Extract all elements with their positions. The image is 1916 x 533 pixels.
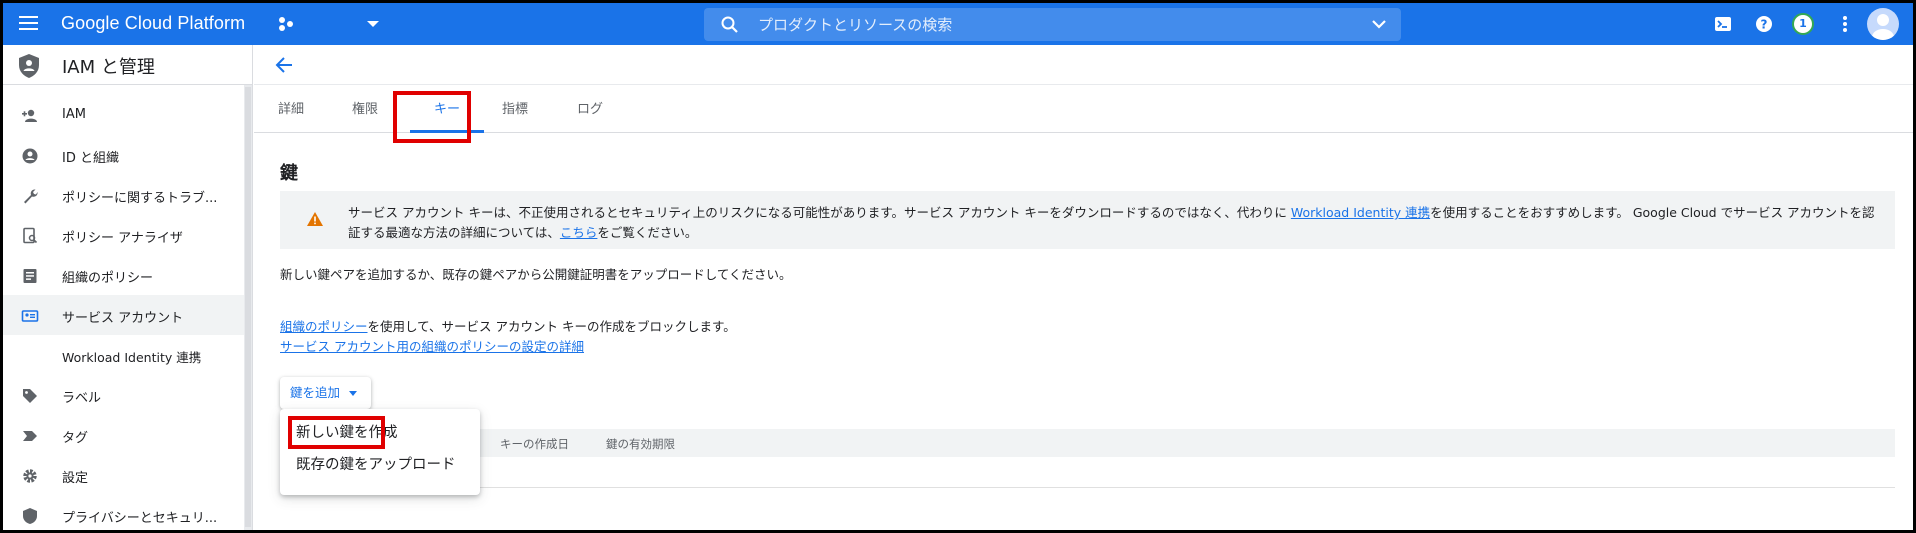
notification-badge[interactable]: 1	[1792, 13, 1814, 35]
caret-down-icon	[349, 391, 357, 396]
project-dropdown-icon[interactable]	[367, 21, 379, 27]
sidebar-item-workload-identity[interactable]: Workload Identity 連携	[3, 335, 244, 375]
column-header-created[interactable]: キーの作成日	[500, 436, 569, 452]
list-document-icon	[23, 269, 37, 283]
menu-item-upload-existing-key[interactable]: 既存の鍵をアップロード	[280, 449, 480, 481]
warning-text-part: サービス アカウント キーは、不正使用されるとセキュリティ上のリスクになる可能性…	[348, 205, 1291, 220]
table-divider	[280, 487, 1895, 488]
svg-text:?: ?	[1761, 18, 1768, 32]
sidebar-item-label: プライバシーとセキュリ...	[62, 511, 218, 526]
table-header: キーの作成日 鍵の有効期限	[280, 429, 1895, 457]
brand-title[interactable]: Google Cloud Platform	[61, 13, 245, 34]
shield-icon	[23, 508, 37, 524]
sidebar-item-label: IAM	[62, 107, 86, 122]
highlight-box	[393, 91, 471, 143]
warning-text: サービス アカウント キーは、不正使用されるとセキュリティ上のリスクになる可能性…	[348, 203, 1878, 243]
help-icon[interactable]: ?	[1753, 13, 1775, 35]
page-header	[254, 45, 1913, 85]
shield-icon	[19, 54, 39, 78]
menu-item-label: 既存の鍵をアップロード	[296, 457, 456, 473]
search-input[interactable]	[758, 8, 1318, 41]
sidebar-item-identity-org[interactable]: ID と組織	[3, 135, 244, 175]
scrollbar-thumb[interactable]	[245, 87, 251, 527]
policy-text: を使用して、サービス アカウント キーの作成をブロックします。	[367, 319, 736, 334]
service-account-icon	[21, 310, 39, 322]
search-bar[interactable]	[704, 8, 1401, 41]
top-app-bar: Google Cloud Platform ? 1	[3, 3, 1913, 45]
sidebar-item-label: サービス アカウント	[62, 311, 184, 326]
hamburger-menu-icon[interactable]	[17, 12, 41, 36]
warning-text-part: をご覧ください。	[597, 225, 698, 240]
sidebar-title: IAM と管理	[62, 57, 155, 78]
sidebar-nav: IAM ID と組織 ポリシーに関するトラブ... ポリシー アナライザ 組織の…	[3, 95, 244, 530]
policy-details-link[interactable]: サービス アカウント用の組織のポリシーの設定の詳細	[280, 339, 584, 354]
policy-line: 組織のポリシーを使用して、サービス アカウント キーの作成をブロックします。	[280, 317, 736, 337]
back-arrow-icon[interactable]	[274, 54, 296, 76]
sidebar-item-tags[interactable]: タグ	[3, 415, 244, 455]
tab-bar: 詳細 権限 キー 指標 ログ	[254, 85, 1913, 133]
tab-logs[interactable]: ログ	[563, 85, 617, 133]
policy-details-line: サービス アカウント用の組織のポリシーの設定の詳細	[280, 337, 736, 357]
search-icon	[721, 16, 738, 33]
sidebar-item-label: ID と組織	[62, 151, 119, 166]
add-key-button[interactable]: 鍵を追加	[280, 377, 371, 409]
policy-info: 組織のポリシーを使用して、サービス アカウント キーの作成をブロックします。 サ…	[280, 317, 736, 357]
label-icon	[23, 389, 37, 403]
workload-identity-link[interactable]: Workload Identity 連携	[1291, 205, 1430, 220]
tab-label: 権限	[351, 102, 378, 117]
column-header-expiry[interactable]: 鍵の有効期限	[606, 436, 675, 452]
sidebar-item-label: Workload Identity 連携	[62, 350, 202, 365]
chevron-down-icon[interactable]	[1371, 19, 1387, 29]
sidebar-item-service-accounts[interactable]: サービス アカウント	[3, 295, 244, 335]
avatar[interactable]	[1867, 8, 1899, 40]
sidebar-item-label: 設定	[62, 471, 89, 486]
person-add-icon	[22, 109, 37, 122]
highlight-box	[288, 416, 385, 449]
sidebar: IAM と管理 IAM ID と組織 ポリシーに関するトラブ... ポリシー ア…	[3, 45, 253, 530]
tab-details[interactable]: 詳細	[264, 85, 318, 133]
tab-label: 詳細	[277, 102, 304, 117]
tab-label: 指標	[501, 102, 528, 117]
sidebar-item-labels[interactable]: ラベル	[3, 375, 244, 415]
page-title: 鍵	[280, 163, 298, 184]
app-window: Google Cloud Platform ? 1	[3, 3, 1913, 530]
warning-icon	[307, 212, 323, 226]
sidebar-item-label: タグ	[62, 431, 89, 446]
account-icon	[1872, 14, 1894, 40]
sidebar-header: IAM と管理	[3, 45, 253, 85]
document-search-icon	[23, 227, 38, 244]
account-circle-icon	[22, 148, 38, 164]
tag-icon	[23, 431, 37, 441]
sidebar-item-org-policies[interactable]: 組織のポリシー	[3, 255, 244, 295]
sidebar-item-policy-troubleshooter[interactable]: ポリシーに関するトラブ...	[3, 175, 244, 215]
sidebar-item-privacy-security[interactable]: プライバシーとセキュリ...	[3, 495, 244, 530]
keys-description: 新しい鍵ペアを追加するか、既存の鍵ペアから公開鍵証明書をアップロードしてください…	[280, 267, 792, 282]
gear-icon	[23, 469, 37, 483]
sidebar-item-settings[interactable]: 設定	[3, 455, 244, 495]
wrench-icon	[24, 189, 38, 204]
cloud-shell-icon[interactable]	[1712, 13, 1734, 35]
tab-label: ログ	[576, 102, 603, 117]
tab-permissions[interactable]: 権限	[338, 85, 392, 133]
sidebar-item-label: ポリシー アナライザ	[62, 231, 183, 246]
sidebar-item-label: ラベル	[62, 391, 102, 406]
sidebar-item-label: 組織のポリシー	[62, 271, 154, 286]
learn-more-link[interactable]: こちら	[560, 225, 598, 240]
tab-metrics[interactable]: 指標	[488, 85, 542, 133]
sidebar-scrollbar[interactable]	[244, 85, 252, 530]
add-key-label: 鍵を追加	[290, 385, 341, 400]
sidebar-item-label: ポリシーに関するトラブ...	[62, 191, 218, 206]
main-content: 詳細 権限 キー 指標 ログ 鍵 サービス アカウント キーは、不正使用されると…	[254, 45, 1913, 530]
org-policy-link[interactable]: 組織のポリシー	[280, 319, 368, 334]
sidebar-item-policy-analyzer[interactable]: ポリシー アナライザ	[3, 215, 244, 255]
more-vert-icon[interactable]	[1834, 13, 1856, 35]
sidebar-item-iam[interactable]: IAM	[3, 95, 244, 135]
warning-banner: サービス アカウント キーは、不正使用されるとセキュリティ上のリスクになる可能性…	[280, 191, 1895, 249]
project-icon[interactable]	[277, 15, 295, 33]
